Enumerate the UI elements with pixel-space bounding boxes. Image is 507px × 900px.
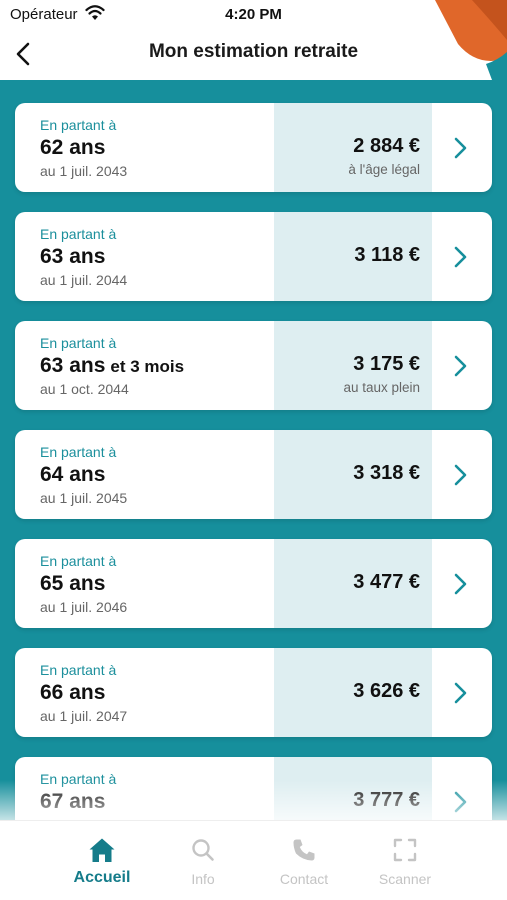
retirement-option-card[interactable]: En partant à 63 ans au 1 juil. 2044 3 11… [15,212,492,301]
card-eyebrow: En partant à [40,335,117,351]
card-date: au 1 juil. 2046 [40,599,128,615]
chevron-right-icon [454,682,467,704]
card-age: 65 ans [40,572,106,595]
card-date: au 1 juil. 2044 [40,272,128,288]
chevron-right-icon [454,137,467,159]
card-amount-panel: 3 118 € [274,212,432,301]
tab-contact[interactable]: Contact [254,837,354,887]
chevron-right-icon [454,246,467,268]
card-age: 63 ans [40,354,106,377]
card-eyebrow: En partant à [40,771,117,787]
card-eyebrow: En partant à [40,444,117,460]
retirement-option-card[interactable]: En partant à 64 ans au 1 juil. 2045 3 31… [15,430,492,519]
tab-accueil[interactable]: Accueil [52,837,152,887]
tab-info[interactable]: Info [153,837,253,887]
card-amount-panel: 2 884 € à l'âge légal [274,103,432,192]
card-age-extra: et 3 mois [110,357,185,376]
tab-label: Contact [279,871,329,887]
card-amount: 3 175 € [353,353,420,375]
card-eyebrow: En partant à [40,662,117,678]
card-amount-panel: 3 477 € [274,539,432,628]
card-age: 67 ans [40,790,106,813]
card-age: 64 ans [40,463,106,486]
card-date: au 1 oct. 2044 [40,381,129,397]
tab-label: Info [191,871,215,887]
card-amount: 3 626 € [353,680,420,702]
card-info: En partant à 63 ans et 3 mois au 1 oct. 2… [40,335,184,397]
chevron-right-icon [454,573,467,595]
tab-label: Accueil [73,869,131,886]
card-amount-panel: 3 626 € [274,648,432,737]
card-amount: 3 477 € [353,571,420,593]
card-amount: 3 318 € [353,462,420,484]
card-eyebrow: En partant à [40,117,117,133]
card-amount: 3 118 € [354,244,420,266]
chevron-right-icon [454,355,467,377]
retirement-option-card[interactable]: En partant à 62 ans au 1 juil. 2043 2 88… [15,103,492,192]
chevron-right-icon [454,464,467,486]
card-info: En partant à 62 ans au 1 juil. 2043 [40,117,127,179]
card-date: au 1 juil. 2045 [40,490,128,506]
card-amount: 2 884 € [353,135,420,157]
phone-icon [293,839,315,861]
chevron-right-icon [454,791,467,813]
retirement-option-card[interactable]: En partant à 67 ans 3 777 € [15,757,492,820]
tab-scanner[interactable]: Scanner [355,837,455,887]
card-amount: 3 777 € [353,789,420,811]
search-icon [192,839,214,861]
retirement-option-card[interactable]: En partant à 66 ans au 1 juil. 2047 3 62… [15,648,492,737]
card-age: 63 ans [40,245,106,268]
decorative-corner-shape [435,0,507,80]
tab-label: Scanner [378,871,432,887]
card-age: 62 ans [40,136,106,159]
card-note: au taux plein [343,380,420,395]
retirement-option-card[interactable]: En partant à 63 ans et 3 mois au 1 oct. 2… [15,321,492,410]
retirement-estimate-list: En partant à 62 ans au 1 juil. 2043 2 88… [0,80,507,820]
card-age: 66 ans [40,681,106,704]
card-info: En partant à 64 ans au 1 juil. 2045 [40,444,127,506]
card-date: au 1 juil. 2043 [40,163,128,179]
card-info: En partant à 66 ans au 1 juil. 2047 [40,662,127,724]
retirement-option-card[interactable]: En partant à 65 ans au 1 juil. 2046 3 47… [15,539,492,628]
card-note: à l'âge légal [348,162,420,177]
tab-bar: Accueil Info Contact Scanner [0,820,507,900]
scan-icon [393,838,417,862]
card-eyebrow: En partant à [40,226,117,242]
card-amount-panel: 3 175 € au taux plein [274,321,432,410]
card-date: au 1 juil. 2047 [40,708,128,724]
card-info: En partant à 67 ans [40,771,116,814]
card-info: En partant à 63 ans au 1 juil. 2044 [40,226,127,288]
home-icon [89,838,115,862]
card-info: En partant à 65 ans au 1 juil. 2046 [40,553,127,615]
card-eyebrow: En partant à [40,553,117,569]
card-amount-panel: 3 777 € [274,757,432,820]
card-amount-panel: 3 318 € [274,430,432,519]
